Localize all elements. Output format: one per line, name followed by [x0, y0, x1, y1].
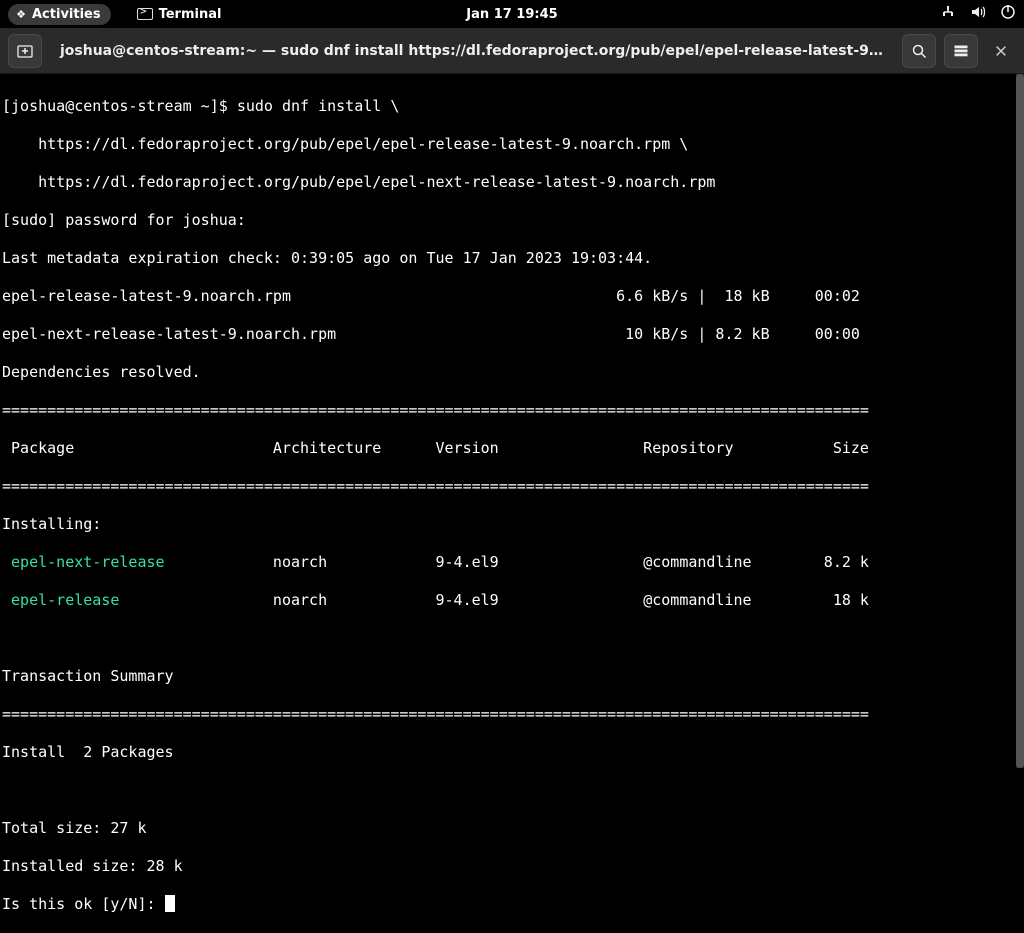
- package-details: noarch 9-4.el9 @commandline 18 k: [119, 591, 869, 609]
- activities-button[interactable]: ❖ Activities: [8, 4, 111, 25]
- separator-rule: ========================================…: [2, 477, 1022, 496]
- command-line: sudo dnf install \: [237, 97, 400, 115]
- installed-size: Installed size: 28 k: [2, 857, 1022, 876]
- table-header: Package Architecture Version Repository …: [2, 439, 1022, 458]
- power-icon[interactable]: [1000, 4, 1016, 24]
- package-details: noarch 9-4.el9 @commandline 8.2 k: [165, 553, 869, 571]
- volume-icon[interactable]: [970, 4, 986, 24]
- cursor: [165, 895, 175, 912]
- network-icon[interactable]: [940, 4, 956, 24]
- new-tab-button[interactable]: [8, 34, 42, 68]
- separator-rule: ========================================…: [2, 705, 1022, 724]
- transaction-summary-header: Transaction Summary: [2, 667, 1022, 686]
- install-count: Install 2 Packages: [2, 743, 1022, 762]
- metadata-line: Last metadata expiration check: 0:39:05 …: [2, 249, 1022, 268]
- download-progress: epel-release-latest-9.noarch.rpm 6.6 kB/…: [2, 287, 1022, 306]
- window-titlebar: joshua@centos-stream:~ — sudo dnf instal…: [0, 28, 1024, 74]
- gnome-logo-icon: ❖: [14, 7, 28, 21]
- confirm-prompt: Is this ok [y/N]:: [2, 895, 165, 913]
- separator-rule: ========================================…: [2, 401, 1022, 420]
- command-continuation: https://dl.fedoraproject.org/pub/epel/ep…: [2, 135, 1022, 154]
- search-button[interactable]: [902, 34, 936, 68]
- sudo-prompt: [sudo] password for joshua:: [2, 211, 1022, 230]
- command-continuation: https://dl.fedoraproject.org/pub/epel/ep…: [2, 173, 1022, 192]
- blank-line: [2, 629, 1022, 648]
- system-tray: [940, 4, 1016, 24]
- window-title: joshua@centos-stream:~ — sudo dnf instal…: [50, 43, 894, 59]
- terminal-output[interactable]: [joshua@centos-stream ~]$ sudo dnf insta…: [0, 74, 1024, 768]
- download-progress: epel-next-release-latest-9.noarch.rpm 10…: [2, 325, 1022, 344]
- package-name: epel-next-release: [2, 553, 165, 571]
- dependencies-line: Dependencies resolved.: [2, 363, 1022, 382]
- gnome-topbar: ❖ Activities Terminal Jan 17 19:45: [0, 0, 1024, 28]
- terminal-scrollbar[interactable]: [1016, 74, 1024, 768]
- close-button[interactable]: [986, 36, 1016, 66]
- shell-prompt: [joshua@centos-stream ~]$: [2, 97, 237, 115]
- taskbar-app-label: Terminal: [159, 7, 222, 22]
- package-name: epel-release: [2, 591, 119, 609]
- terminal-icon: [137, 8, 153, 20]
- scrollbar-thumb[interactable]: [1016, 74, 1024, 768]
- taskbar-app-terminal[interactable]: Terminal: [137, 7, 222, 22]
- blank-line: [2, 781, 1022, 800]
- menu-button[interactable]: [944, 34, 978, 68]
- activities-label: Activities: [32, 7, 101, 22]
- installing-header: Installing:: [2, 515, 1022, 534]
- clock[interactable]: Jan 17 19:45: [466, 7, 557, 22]
- total-size: Total size: 27 k: [2, 819, 1022, 838]
